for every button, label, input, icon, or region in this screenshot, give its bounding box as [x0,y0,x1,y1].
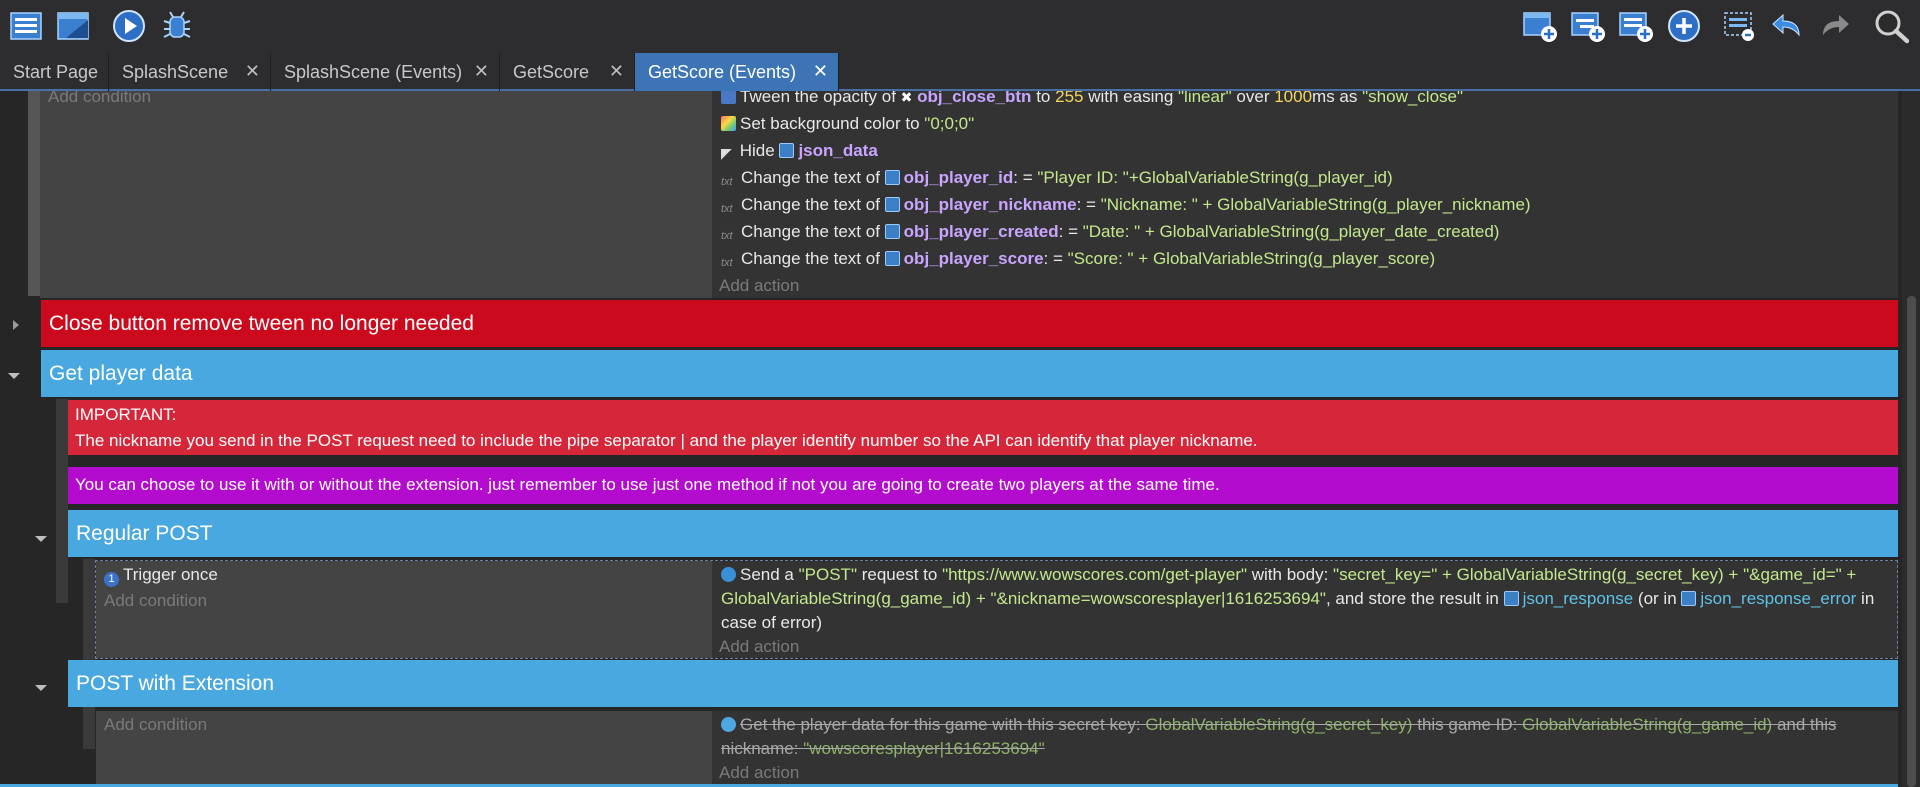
scene-window-icon[interactable] [55,8,91,44]
main-toolbar [0,0,1920,53]
text-icon: txt [721,257,733,269]
debug-bug-icon[interactable] [159,8,195,44]
vertical-scrollbar[interactable] [1902,91,1920,787]
tab-label: SplashScene (Events) [284,61,463,82]
tab-label: Start Page [13,61,99,82]
events-editor: Add condition Tween the opacity of ✖ obj… [0,91,1920,787]
extension-gear-icon [721,717,736,732]
conditions-column[interactable]: Add condition [96,711,712,787]
tab-bar: Start Page SplashScene ✕ SplashScene (Ev… [0,53,1920,91]
text-object-icon [884,170,900,185]
text-icon: txt [721,176,733,188]
action-change-text[interactable]: txt Change the text of obj_player_nicknam… [721,195,1531,218]
add-subevent-icon[interactable] [1570,8,1606,44]
add-condition-link[interactable]: Add condition [104,715,207,735]
tab-close-icon[interactable]: ✕ [609,61,624,82]
group-title: Close button remove tween no longer need… [49,311,474,335]
comment-line: The nickname you send in the POST reques… [75,431,1258,450]
actions-column[interactable]: Tween the opacity of ✖ obj_close_btn to … [712,91,1898,298]
search-icon[interactable] [1873,8,1909,44]
comment-line: You can choose to use it with or without… [75,475,1220,494]
event-gutter [28,91,40,296]
tab-splashscene[interactable]: SplashScene ✕ [109,53,271,91]
play-preview-icon[interactable] [111,8,147,44]
selection-outline [95,560,1898,659]
action-get-player-data-disabled[interactable]: Get the player data for this game with t… [721,713,1893,761]
actions-column[interactable]: Get the player data for this game with t… [712,711,1898,787]
add-condition-link[interactable]: Add condition [48,91,151,107]
conditions-column[interactable]: Add condition [40,91,712,298]
text-object-icon [884,224,900,239]
add-action-link[interactable]: Add action [719,763,799,783]
action-change-text[interactable]: txt Change the text of obj_player_id: = "… [721,168,1393,191]
text-object-icon [884,251,900,266]
collapse-arrow-icon[interactable] [34,683,48,693]
group-close-button[interactable]: Close button remove tween no longer need… [41,300,1898,347]
tween-icon [721,91,736,104]
tab-close-icon[interactable]: ✕ [245,61,260,82]
text-icon: txt [721,203,733,215]
add-action-link[interactable]: Add action [719,276,799,296]
action-change-text[interactable]: txt Change the text of obj_player_score: … [721,249,1435,272]
expand-arrow-icon[interactable] [11,319,21,331]
events-list-icon[interactable] [8,8,44,44]
group-title: Regular POST [76,521,213,545]
add-other-icon[interactable] [1618,8,1654,44]
tab-label: SplashScene [122,61,229,82]
tab-getscore-events[interactable]: GetScore (Events) ✕ [635,53,839,91]
indent-guide [56,399,68,603]
collapse-arrow-icon[interactable] [34,534,48,544]
text-object-icon [779,143,795,158]
tab-label: GetScore [513,61,590,82]
action-hide[interactable]: ◤ Hide json_data [721,141,878,161]
indent-guide [83,559,95,749]
color-palette-icon [721,116,736,131]
collapse-arrow-icon[interactable] [7,371,21,381]
action-tween[interactable]: Tween the opacity of ✖ obj_close_btn to … [721,91,1463,107]
tab-label: GetScore (Events) [648,61,797,82]
comment-line: IMPORTANT: [75,405,177,424]
scrollbar-thumb[interactable] [1907,296,1916,787]
close-x-icon: ✖ [900,91,913,105]
choose-block-icon[interactable] [1721,8,1757,44]
action-change-text[interactable]: txt Change the text of obj_player_created… [721,222,1499,245]
group-title: POST with Extension [76,671,275,695]
action-set-bg-color[interactable]: Set background color to "0;0;0" [721,114,974,134]
hide-icon: ◤ [721,145,732,161]
text-icon: txt [721,230,733,242]
group-post-with-extension[interactable]: POST with Extension [68,660,1898,707]
tab-close-icon[interactable]: ✕ [813,61,828,82]
comment-choose-method[interactable]: You can choose to use it with or without… [68,467,1898,504]
tab-start-page[interactable]: Start Page [0,53,109,91]
group-title: Get player data [49,361,193,385]
comment-important[interactable]: IMPORTANT: The nickname you send in the … [68,400,1898,455]
redo-icon[interactable] [1817,8,1853,44]
text-object-icon [884,197,900,212]
group-get-player-data[interactable]: Get player data [41,350,1898,397]
undo-icon[interactable] [1769,8,1805,44]
add-event-icon[interactable] [1522,8,1558,44]
add-plus-icon[interactable] [1666,8,1702,44]
group-regular-post[interactable]: Regular POST [68,510,1898,557]
tab-close-icon[interactable]: ✕ [474,61,489,82]
tab-getscore[interactable]: GetScore ✕ [500,53,635,91]
tab-splashscene-events[interactable]: SplashScene (Events) ✕ [271,53,500,91]
